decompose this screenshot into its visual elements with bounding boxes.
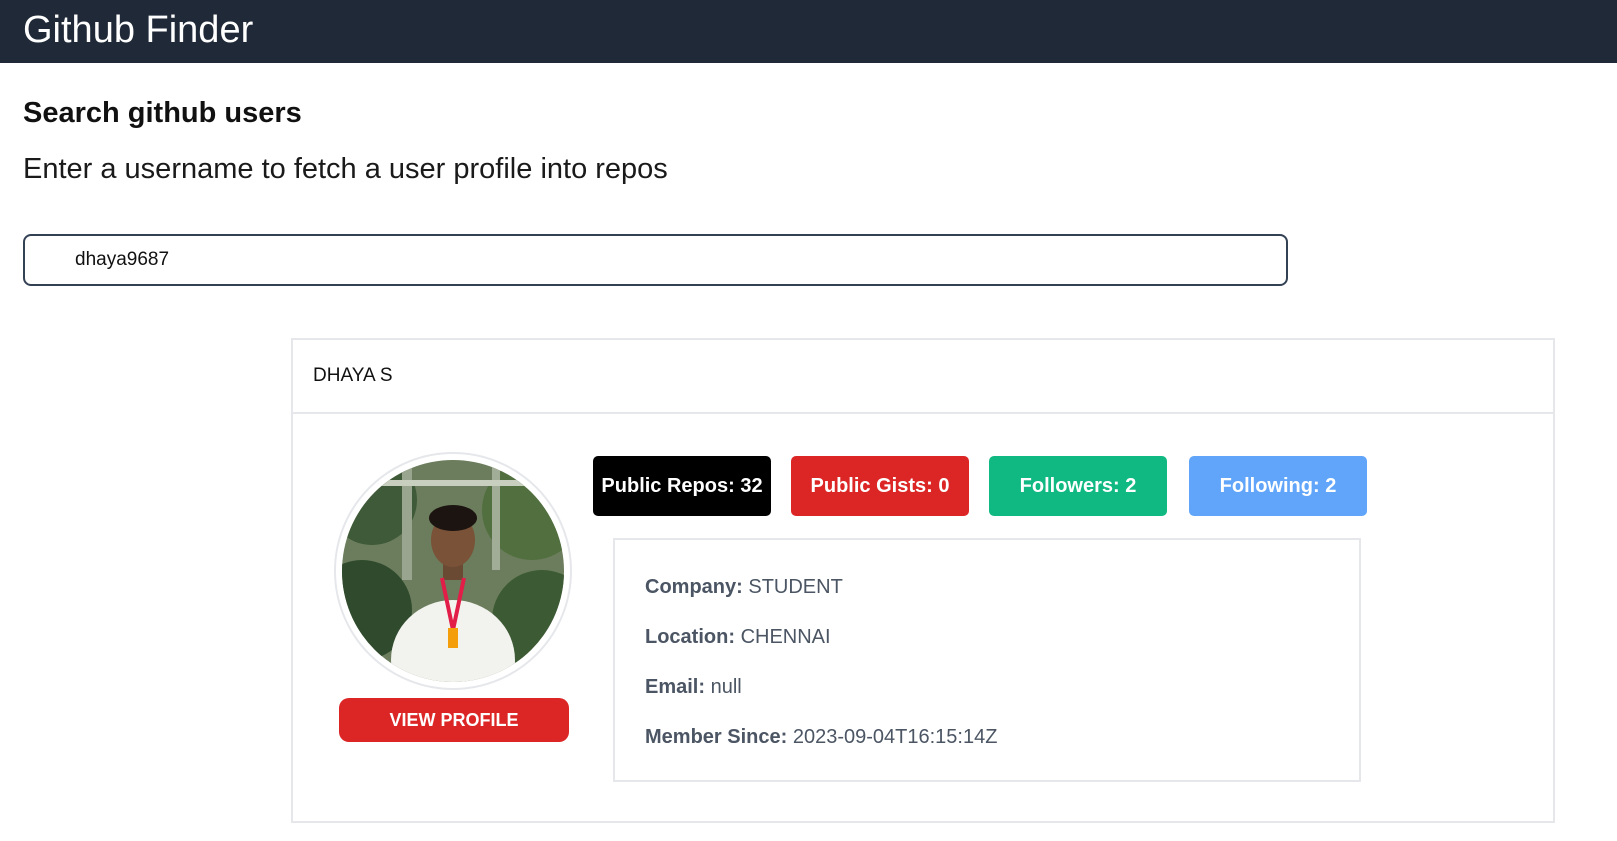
navbar: Github Finder xyxy=(0,0,1617,63)
location-value: CHENNAI xyxy=(740,626,831,648)
email-label: Email: xyxy=(645,676,706,698)
view-profile-button[interactable]: VIEW PROFILE xyxy=(339,698,569,742)
following-badge: Following: 2 xyxy=(1189,456,1367,516)
company-value: STUDENT xyxy=(748,576,843,598)
company-label: Company: xyxy=(645,576,743,598)
public-gists-badge: Public Gists: 0 xyxy=(791,456,969,516)
profile-card-header: DHAYA S xyxy=(293,340,1553,414)
member-since-row: Member Since: 2023-09-04T16:15:14Z xyxy=(645,724,997,750)
profile-details: Company: STUDENT Location: CHENNAI Email… xyxy=(613,538,1361,782)
search-heading: Search github users xyxy=(23,97,302,129)
member-since-value: 2023-09-04T16:15:14Z xyxy=(792,726,998,748)
avatar-image xyxy=(342,460,564,682)
location-row: Location: CHENNAI xyxy=(645,624,831,650)
email-row: Email: null xyxy=(645,674,742,700)
app-title[interactable]: Github Finder xyxy=(23,4,253,56)
email-value: null xyxy=(710,676,742,698)
username-search-input[interactable] xyxy=(23,234,1288,286)
profile-name: DHAYA S xyxy=(313,365,393,386)
search-subheading: Enter a username to fetch a user profile… xyxy=(23,153,668,185)
location-label: Location: xyxy=(645,626,735,648)
profile-card: DHAYA S VIEW PROFILE Public Repos: 32 Pu… xyxy=(291,338,1555,823)
company-row: Company: STUDENT xyxy=(645,574,843,600)
followers-badge: Followers: 2 xyxy=(989,456,1167,516)
member-since-label: Member Since: xyxy=(645,726,788,748)
public-repos-badge: Public Repos: 32 xyxy=(593,456,771,516)
avatar xyxy=(334,452,572,690)
